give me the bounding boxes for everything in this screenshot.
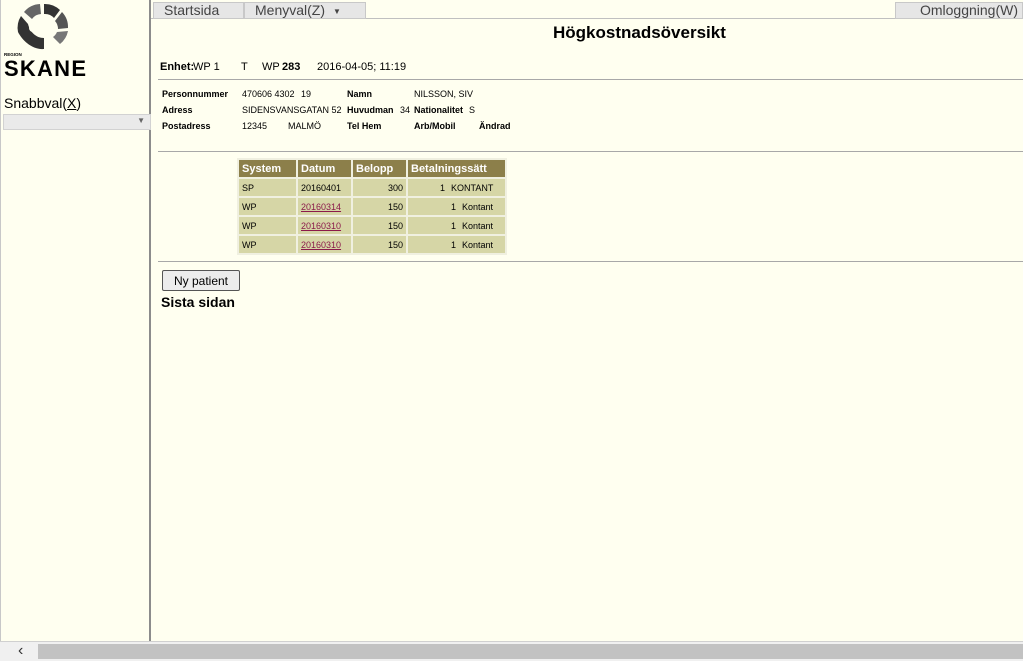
cell-belopp: 150	[353, 236, 406, 253]
t-value: T	[241, 61, 248, 73]
satt-value: Kontant	[462, 220, 494, 231]
table-header-row: System Datum Belopp Betalningssätt	[239, 160, 505, 177]
region-skane-logo: REGION SKANE	[4, 3, 86, 80]
enhet-value: WP 1	[193, 61, 220, 73]
payments-table: System Datum Belopp Betalningssätt SP 201…	[237, 158, 507, 255]
antal-value: 1	[450, 201, 456, 212]
adress-value: SIDENSVANSGATAN 52	[242, 105, 342, 115]
antal-value: 1	[450, 239, 456, 250]
datum-link[interactable]: 20160310	[301, 221, 341, 231]
snabbval-label: Snabbval(X)	[4, 95, 82, 111]
wp-value: 283	[282, 61, 301, 73]
ort-value: MALMÖ	[288, 121, 322, 131]
sista-sidan-text: Sista sidan	[161, 294, 235, 310]
col-belopp: Belopp	[353, 160, 406, 177]
personnummer-extra: 19	[301, 89, 312, 99]
cell-betalningssatt: 1 Kontant	[408, 198, 505, 215]
antal-value: 1	[439, 182, 445, 193]
col-system: System	[239, 160, 296, 177]
scrollbar-thumb[interactable]	[38, 644, 1023, 659]
menyval-dropdown[interactable]: Menyval(Z) ▼	[244, 2, 366, 19]
cell-system: WP	[239, 217, 296, 234]
cell-betalningssatt: 1 KONTANT	[408, 179, 505, 196]
startsida-button[interactable]: Startsida	[153, 2, 244, 19]
postadress-label: Postadress	[162, 121, 211, 131]
horizontal-scrollbar[interactable]: ‹	[0, 641, 1023, 661]
cell-system: WP	[239, 198, 296, 215]
cell-datum[interactable]: 20160310	[298, 217, 351, 234]
personnummer-label: Personnummer	[162, 89, 229, 99]
cell-datum[interactable]: 20160314	[298, 198, 351, 215]
datum-link[interactable]: 20160314	[301, 202, 341, 212]
cell-system: SP	[239, 179, 296, 196]
cell-datum: 20160401	[298, 179, 351, 196]
nationalitet-label: Nationalitet	[414, 105, 464, 115]
divider	[158, 151, 1023, 152]
adress-label: Adress	[162, 105, 193, 115]
menyval-label: Menyval(Z)	[255, 2, 326, 18]
snabbval-select[interactable]: ▼	[3, 114, 151, 130]
namn-label: Namn	[347, 89, 373, 99]
satt-value: KONTANT	[451, 182, 494, 193]
postnr-value: 12345	[242, 121, 268, 131]
ny-patient-button[interactable]: Ny patient	[162, 270, 240, 291]
arb-mobil-label: Arb/Mobil	[414, 121, 456, 131]
menubar: Startsida Menyval(Z) ▼ Omloggning(W)	[151, 0, 1023, 19]
datum-link[interactable]: 20160310	[301, 240, 341, 250]
antal-value: 1	[450, 220, 456, 231]
logo-skane-text: SKANE	[4, 56, 86, 80]
satt-value: Kontant	[462, 201, 494, 212]
chevron-left-icon[interactable]: ‹	[0, 642, 38, 661]
divider	[158, 261, 1023, 262]
huvudman-label: Huvudman	[347, 105, 394, 115]
cell-belopp: 150	[353, 217, 406, 234]
table-row: SP 20160401 300 1 KONTANT	[239, 179, 505, 196]
andrad-label: Ändrad	[479, 121, 511, 131]
table-row: WP 20160310 150 1 Kontant	[239, 217, 505, 234]
cell-belopp: 300	[353, 179, 406, 196]
cell-datum[interactable]: 20160310	[298, 236, 351, 253]
chevron-down-icon: ▼	[333, 6, 341, 16]
satt-value: Kontant	[462, 239, 494, 250]
col-datum: Datum	[298, 160, 351, 177]
wp-label: WP	[262, 61, 280, 73]
namn-value: NILSSON, SIV	[414, 89, 474, 99]
omloggning-button[interactable]: Omloggning(W)	[895, 2, 1023, 19]
table-row: WP 20160314 150 1 Kontant	[239, 198, 505, 215]
huvudman-value: 34	[400, 105, 411, 115]
timestamp: 2016-04-05; 11:19	[317, 61, 407, 73]
nationalitet-value: S	[469, 105, 476, 115]
table-row: WP 20160310 150 1 Kontant	[239, 236, 505, 253]
enhet-label: Enhet:	[160, 61, 195, 73]
chevron-down-icon: ▼	[137, 116, 145, 125]
col-betalningssatt: Betalningssätt	[408, 160, 505, 177]
tel-hem-label: Tel Hem	[347, 121, 382, 131]
cell-betalningssatt: 1 Kontant	[408, 236, 505, 253]
cell-belopp: 150	[353, 198, 406, 215]
page-title: Högkostnadsöversikt	[553, 23, 726, 42]
personnummer-value: 470606 4302	[242, 89, 295, 99]
cell-betalningssatt: 1 Kontant	[408, 217, 505, 234]
sidebar: REGION SKANE Snabbval(X) ▼	[0, 0, 151, 641]
divider	[158, 79, 1023, 80]
cell-system: WP	[239, 236, 296, 253]
